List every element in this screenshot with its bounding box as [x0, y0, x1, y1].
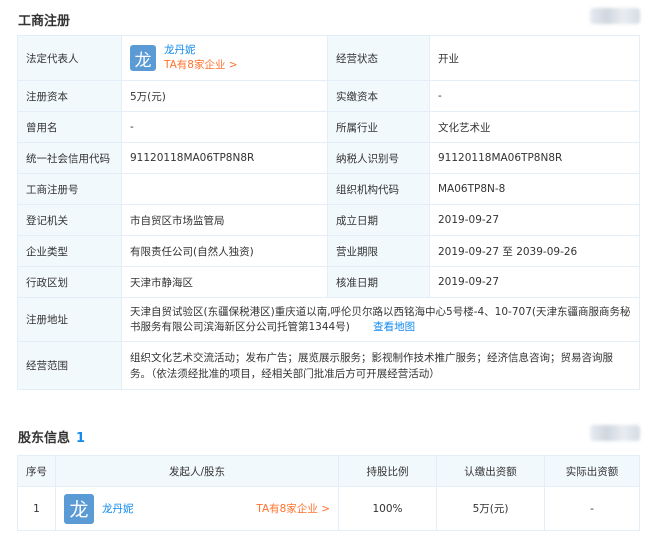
table-row: 注册地址 天津自贸试验区(东疆保税港区)重庆道以南,呼伦贝尔路以西铭海中心5号楼…: [17, 297, 640, 342]
col-header-shareholder: 发起人/股东: [55, 455, 339, 487]
scope-label: 经营范围: [17, 341, 122, 390]
org-code-label: 组织机构代码: [327, 173, 430, 205]
col-header-index: 序号: [17, 455, 56, 487]
taxpayer-id-label: 纳税人识别号: [327, 142, 430, 174]
region-label: 行政区划: [17, 266, 122, 298]
table-row: 曾用名 - 所属行业 文化艺术业: [17, 111, 640, 143]
approval-value: 2019-09-27: [429, 266, 640, 298]
table-row: 行政区划 天津市静海区 核准日期 2019-09-27: [17, 266, 640, 298]
reg-no-label: 工商注册号: [17, 173, 122, 205]
table-row: 登记机关 市自贸区市场监管局 成立日期 2019-09-27: [17, 204, 640, 236]
registration-title: 工商注册: [18, 14, 71, 29]
paid-value: -: [544, 486, 640, 531]
legal-rep-name-link[interactable]: 龙丹妮: [164, 44, 196, 56]
region-value: 天津市静海区: [121, 266, 328, 298]
legal-rep-cell: 龙 龙丹妮 TA有8家企业 >: [121, 35, 328, 81]
row-index: 1: [17, 486, 56, 531]
legal-rep-companies-link[interactable]: TA有8家企业 >: [164, 59, 238, 71]
term-label: 营业期限: [327, 235, 430, 267]
col-header-subscribed: 认缴出资额: [436, 455, 545, 487]
approval-label: 核准日期: [327, 266, 430, 298]
scope-value: 组织文化艺术交流活动；发布广告；展览展示服务；影视制作技术推广服务；经济信息咨询…: [121, 341, 640, 390]
type-label: 企业类型: [17, 235, 122, 267]
former-name-label: 曾用名: [17, 111, 122, 143]
table-row: 工商注册号 组织机构代码 MA06TP8N-8: [17, 173, 640, 205]
shareholder-companies-link[interactable]: TA有8家企业 >: [256, 501, 330, 516]
table-row: 法定代表人 龙 龙丹妮 TA有8家企业 > 经营状态 开业: [17, 35, 640, 81]
org-code-value: MA06TP8N-8: [429, 173, 640, 205]
shareholder-cell: 龙 龙丹妮 TA有8家企业 >: [55, 486, 339, 531]
former-name-value: -: [121, 111, 328, 143]
credit-code-value: 91120118MA06TP8N8R: [121, 142, 328, 174]
founded-value: 2019-09-27: [429, 204, 640, 236]
registration-table: 法定代表人 龙 龙丹妮 TA有8家企业 > 经营状态 开业 注册资本 5万(元)…: [17, 35, 640, 390]
table-row: 注册资本 5万(元) 实缴资本 -: [17, 80, 640, 112]
paid-capital-label: 实缴资本: [327, 80, 430, 112]
table-row: 1 龙 龙丹妮 TA有8家企业 > 100% 5万(元) -: [17, 486, 640, 531]
blurred-tag: [590, 8, 640, 24]
reg-no-value: [121, 173, 328, 205]
founded-label: 成立日期: [327, 204, 430, 236]
table-row: 经营范围 组织文化艺术交流活动；发布广告；展览展示服务；影视制作技术推广服务；经…: [17, 341, 640, 390]
col-header-paid: 实际出资额: [544, 455, 640, 487]
credit-code-label: 统一社会信用代码: [17, 142, 122, 174]
status-value: 开业: [429, 35, 640, 81]
reg-capital-label: 注册资本: [17, 80, 122, 112]
address-label: 注册地址: [17, 297, 122, 342]
shareholders-title-text: 股东信息: [18, 431, 71, 446]
reg-capital-value: 5万(元): [121, 80, 328, 112]
status-label: 经营状态: [327, 35, 430, 81]
person-logo-icon: 龙: [130, 45, 156, 71]
table-row: 企业类型 有限责任公司(自然人独资) 营业期限 2019-09-27 至 203…: [17, 235, 640, 267]
blurred-tag: [590, 425, 640, 441]
subscribed-value: 5万(元): [436, 486, 545, 531]
ratio-value: 100%: [338, 486, 437, 531]
col-header-ratio: 持股比例: [338, 455, 437, 487]
shareholders-count: 1: [76, 431, 86, 446]
type-value: 有限责任公司(自然人独资): [121, 235, 328, 267]
authority-label: 登记机关: [17, 204, 122, 236]
table-header-row: 序号 发起人/股东 持股比例 认缴出资额 实际出资额: [17, 455, 640, 487]
table-row: 统一社会信用代码 91120118MA06TP8N8R 纳税人识别号 91120…: [17, 142, 640, 174]
authority-value: 市自贸区市场监管局: [121, 204, 328, 236]
paid-capital-value: -: [429, 80, 640, 112]
address-cell: 天津自贸试验区(东疆保税港区)重庆道以南,呼伦贝尔路以西铭海中心5号楼-4、10…: [121, 297, 640, 342]
shareholders-title: 股东信息 1: [18, 427, 85, 446]
legal-rep-label: 法定代表人: [17, 35, 122, 81]
taxpayer-id-value: 91120118MA06TP8N8R: [429, 142, 640, 174]
shareholders-table: 序号 发起人/股东 持股比例 认缴出资额 实际出资额 1 龙 龙丹妮 TA有8家…: [17, 455, 640, 531]
person-logo-icon: 龙: [64, 493, 94, 524]
shareholder-name-link[interactable]: 龙丹妮: [102, 501, 134, 516]
industry-value: 文化艺术业: [429, 111, 640, 143]
view-map-link[interactable]: 查看地图: [373, 321, 415, 333]
industry-label: 所属行业: [327, 111, 430, 143]
term-value: 2019-09-27 至 2039-09-26: [429, 235, 640, 267]
